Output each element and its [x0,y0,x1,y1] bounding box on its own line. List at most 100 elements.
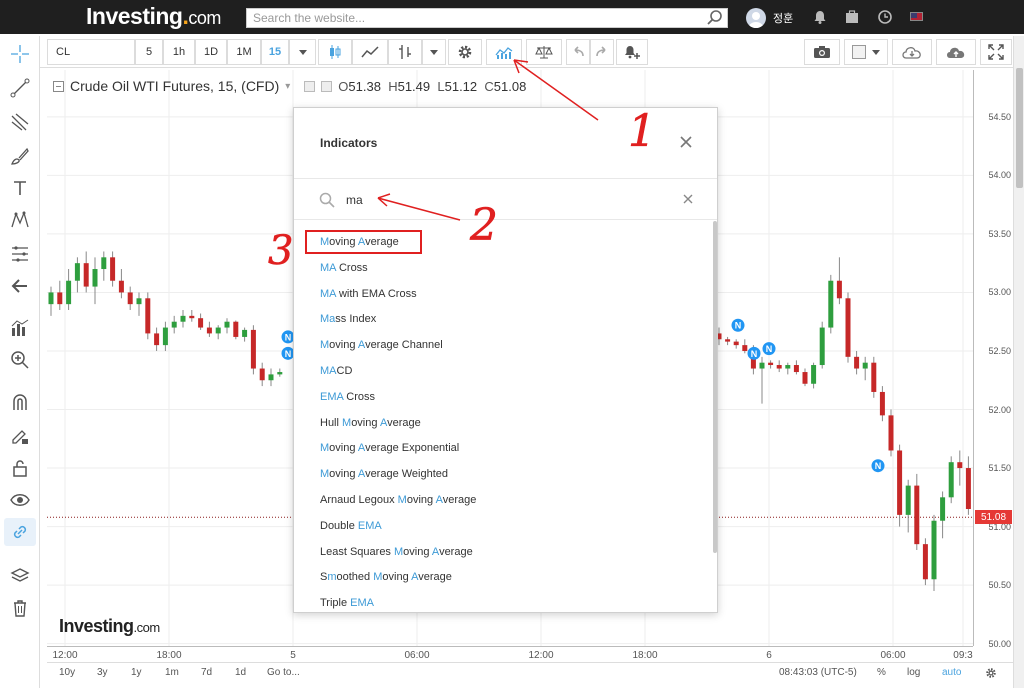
fullscreen-button[interactable] [980,39,1012,65]
legend-caret-icon[interactable]: ▾ [285,81,290,92]
indicator-list-item[interactable]: Double EMA [320,516,382,536]
candle-body [136,298,142,305]
pattern-tool[interactable] [8,208,32,232]
bars-chart-icon [11,319,29,336]
candle-body [759,362,765,369]
indicator-list-item[interactable]: Hull Moving Average [320,413,421,433]
scrollbar-thumb[interactable] [1016,68,1023,188]
legend-close-icon[interactable] [321,80,333,92]
interval-1h[interactable]: 1h [163,39,195,65]
range-1y[interactable]: 1y [131,667,142,678]
range-1m[interactable]: 1m [165,667,179,678]
interval-1m[interactable]: 1M [227,39,261,65]
auto-toggle[interactable]: auto [942,667,961,678]
candle-body [189,315,195,319]
indicator-results-list[interactable]: Moving Average MA Cross MA with EMA Cross M… [294,221,712,613]
us-flag-icon[interactable] [910,12,923,21]
price-axis[interactable]: 54.50 54.00 53.50 53.00 52.50 52.00 51.50 51.00… [973,70,1013,649]
eye-icon [10,494,30,506]
percent-toggle[interactable]: % [877,667,886,678]
redo-button[interactable] [590,39,614,65]
chart-style-dropdown[interactable] [422,39,446,65]
indicator-list-item[interactable]: Least Squares Moving Average [320,542,473,562]
fib-tool[interactable] [8,110,32,134]
candles-style-button[interactable] [318,39,352,65]
range-3y[interactable]: 3y [97,667,108,678]
zoom-tool[interactable] [8,348,32,372]
clear-search-icon[interactable] [682,193,694,205]
match-highlight: M [342,416,352,429]
color-picker-button[interactable] [844,39,888,65]
candle-body [905,485,911,515]
investing-logo[interactable]: Investing.com [86,3,221,30]
interval-5[interactable]: 5 [135,39,163,65]
indicator-list-item[interactable]: Moving Average Channel [320,335,443,355]
bell-icon[interactable] [812,9,828,25]
page-scrollbar[interactable] [1013,36,1024,688]
area-style-button[interactable] [352,39,388,65]
site-search-input[interactable] [246,8,728,28]
avatar[interactable] [746,8,766,28]
alert-button[interactable] [616,39,648,65]
gear-icon[interactable] [985,667,997,679]
log-toggle[interactable]: log [907,667,920,678]
caret-down-icon [872,49,880,55]
range-7d[interactable]: 7d [201,667,212,678]
link-tool[interactable] [4,518,36,546]
color-swatch [852,45,866,59]
crosshair-tool[interactable] [8,42,32,66]
bars-style-button[interactable] [388,39,422,65]
redo-icon [596,46,606,57]
indicator-list-item[interactable]: Arnaud Legoux Moving Average [320,490,476,510]
interval-1d[interactable]: 1D [195,39,227,65]
compare-button[interactable] [526,39,562,65]
indicators-button[interactable] [486,39,522,65]
cloud-upload-button[interactable] [936,39,976,65]
indicator-list-item[interactable]: EMA Cross [320,387,375,407]
symbol-input[interactable]: CL [47,39,135,65]
trend-line-tool[interactable] [8,76,32,100]
results-scrollbar[interactable] [713,221,717,553]
close-icon[interactable] [678,134,694,150]
cloud-download-button[interactable] [892,39,932,65]
unlock-tool[interactable] [8,456,32,480]
indicator-list-item[interactable]: Triple EMA [320,593,374,613]
candle-body [233,321,239,337]
back-tool[interactable] [8,274,32,298]
legend-settings-icon[interactable] [304,80,316,92]
text-tool[interactable] [8,176,32,200]
fullscreen-icon [988,44,1004,60]
briefcase-icon[interactable] [844,9,860,25]
indicator-list-item[interactable]: MACD [320,361,352,381]
search-icon[interactable] [706,9,724,27]
indicator-list-item[interactable]: MA with EMA Cross [320,284,417,304]
indicator-list-item[interactable]: Smoothed Moving Average [320,567,452,587]
indicator-list-item[interactable]: Moving Average Weighted [320,464,448,484]
range-1d[interactable]: 1d [235,667,246,678]
measure-tool[interactable] [8,242,32,266]
magnet-tool[interactable] [8,390,32,414]
delete-tool[interactable] [8,596,32,620]
indicator-search-input[interactable] [346,190,646,210]
undo-button[interactable] [566,39,590,65]
interval-15[interactable]: 15 [261,39,289,65]
indicator-list-item[interactable]: MA Cross [320,258,368,278]
range-10y[interactable]: 10y [59,667,75,678]
collapse-icon[interactable] [53,80,64,92]
indicators-tool[interactable] [8,316,32,340]
settings-button[interactable] [448,39,482,65]
interval-dropdown[interactable] [289,39,316,65]
snapshot-button[interactable] [804,39,840,65]
indicator-list-item[interactable]: Mass Index [320,309,376,329]
clock-icon[interactable] [877,9,893,25]
goto-button[interactable]: Go to... [267,667,300,678]
match-highlight: A [379,416,388,429]
brush-tool[interactable] [8,144,32,168]
layers-tool[interactable] [8,564,32,588]
time-axis[interactable]: 12:00 18:00 5 06:00 12:00 18:00 6 06:00 09:3 [47,646,973,662]
indicator-name-part: oving [382,571,412,584]
visibility-tool[interactable] [8,488,32,512]
indicator-list-item[interactable]: Moving Average Exponential [320,438,459,458]
lock-drawings-tool[interactable] [8,424,32,448]
username[interactable]: 정훈 [773,10,793,26]
